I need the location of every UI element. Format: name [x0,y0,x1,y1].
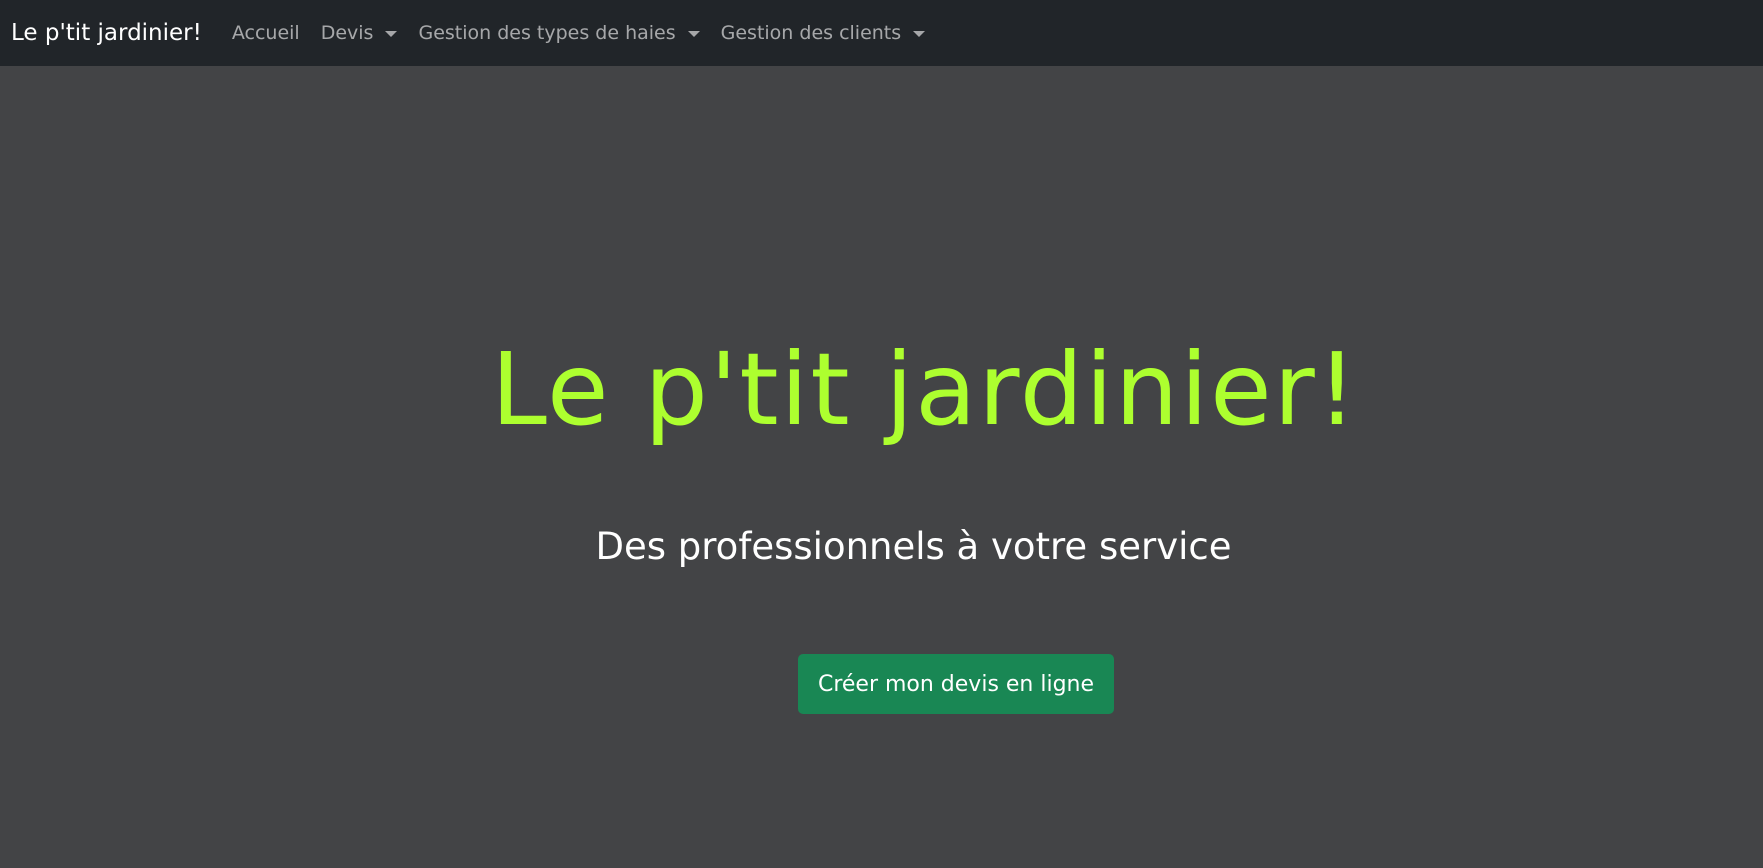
hero-title: Le p'tit jardinier! [491,331,1359,448]
nav-item-gestion-clients[interactable]: Gestion des clients [721,22,926,44]
nav-item-devis[interactable]: Devis [321,22,398,44]
caret-down-icon [913,31,926,37]
nav-item-label: Accueil [231,22,300,44]
nav-item-label: Devis [320,22,374,44]
caret-down-icon [687,31,700,37]
navbar-brand[interactable]: Le p'tit jardinier! [11,20,202,46]
nav-item-accueil[interactable]: Accueil [232,22,300,44]
create-quote-button[interactable]: Créer mon devis en ligne [798,654,1114,714]
top-navbar: Le p'tit jardinier! Accueil Devis Gestio… [0,0,1763,66]
caret-down-icon [385,31,398,37]
nav-item-label: Gestion des types de haies [418,22,676,44]
nav-item-label: Gestion des clients [720,22,902,44]
hero-subtitle: Des professionnels à votre service [595,525,1232,568]
nav-item-gestion-haies[interactable]: Gestion des types de haies [418,22,700,44]
